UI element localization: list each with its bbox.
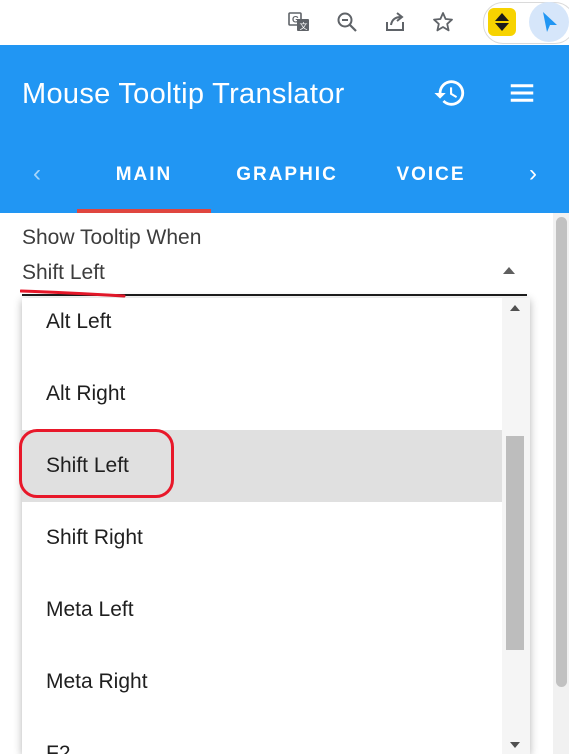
history-icon[interactable] xyxy=(430,73,470,113)
tab-graphic[interactable]: GRAPHIC xyxy=(220,164,354,192)
menu-scrollbar-thumb[interactable] xyxy=(506,436,524,650)
zoom-out-icon[interactable] xyxy=(334,9,360,35)
menu-option[interactable]: Alt Left xyxy=(22,298,502,358)
tab-main[interactable]: MAIN xyxy=(77,164,211,192)
red-annotation-box xyxy=(19,429,174,498)
app-title: Mouse Tooltip Translator xyxy=(22,78,345,110)
cursor-extension-icon[interactable] xyxy=(529,2,569,42)
translate-icon[interactable]: G 文 xyxy=(286,9,312,35)
tab-voice[interactable]: VOICE xyxy=(364,164,498,192)
share-icon[interactable] xyxy=(382,9,408,35)
tab-next-button[interactable]: › xyxy=(524,160,544,188)
menu-icon[interactable] xyxy=(502,73,542,113)
menu-option[interactable]: F2 xyxy=(22,718,502,754)
menu-option[interactable]: Meta Right xyxy=(22,646,502,718)
scroll-down-arrow-icon[interactable] xyxy=(509,741,521,749)
show-tooltip-select[interactable]: Shift Left xyxy=(22,261,105,285)
menu-option[interactable]: Meta Left xyxy=(22,574,502,646)
menu-option[interactable]: Alt Right xyxy=(22,358,502,430)
dropdown-menu: Alt Left Alt Right Shift Left Shift Righ… xyxy=(22,298,530,754)
active-tab-indicator xyxy=(77,209,211,213)
browser-toolbar: G 文 xyxy=(0,0,569,46)
dropdown-up-arrow-icon[interactable] xyxy=(500,264,518,276)
svg-text:文: 文 xyxy=(300,21,308,31)
scroll-up-arrow-icon[interactable] xyxy=(509,304,521,312)
red-annotation-underline xyxy=(20,289,126,298)
page-scrollbar-thumb[interactable] xyxy=(556,217,567,687)
tab-prev-button[interactable]: ‹ xyxy=(28,160,48,188)
show-tooltip-label: Show Tooltip When xyxy=(22,226,202,249)
extension-arrows-icon[interactable] xyxy=(488,8,516,36)
menu-option[interactable]: Shift Right xyxy=(22,502,502,574)
star-icon[interactable] xyxy=(430,9,456,35)
